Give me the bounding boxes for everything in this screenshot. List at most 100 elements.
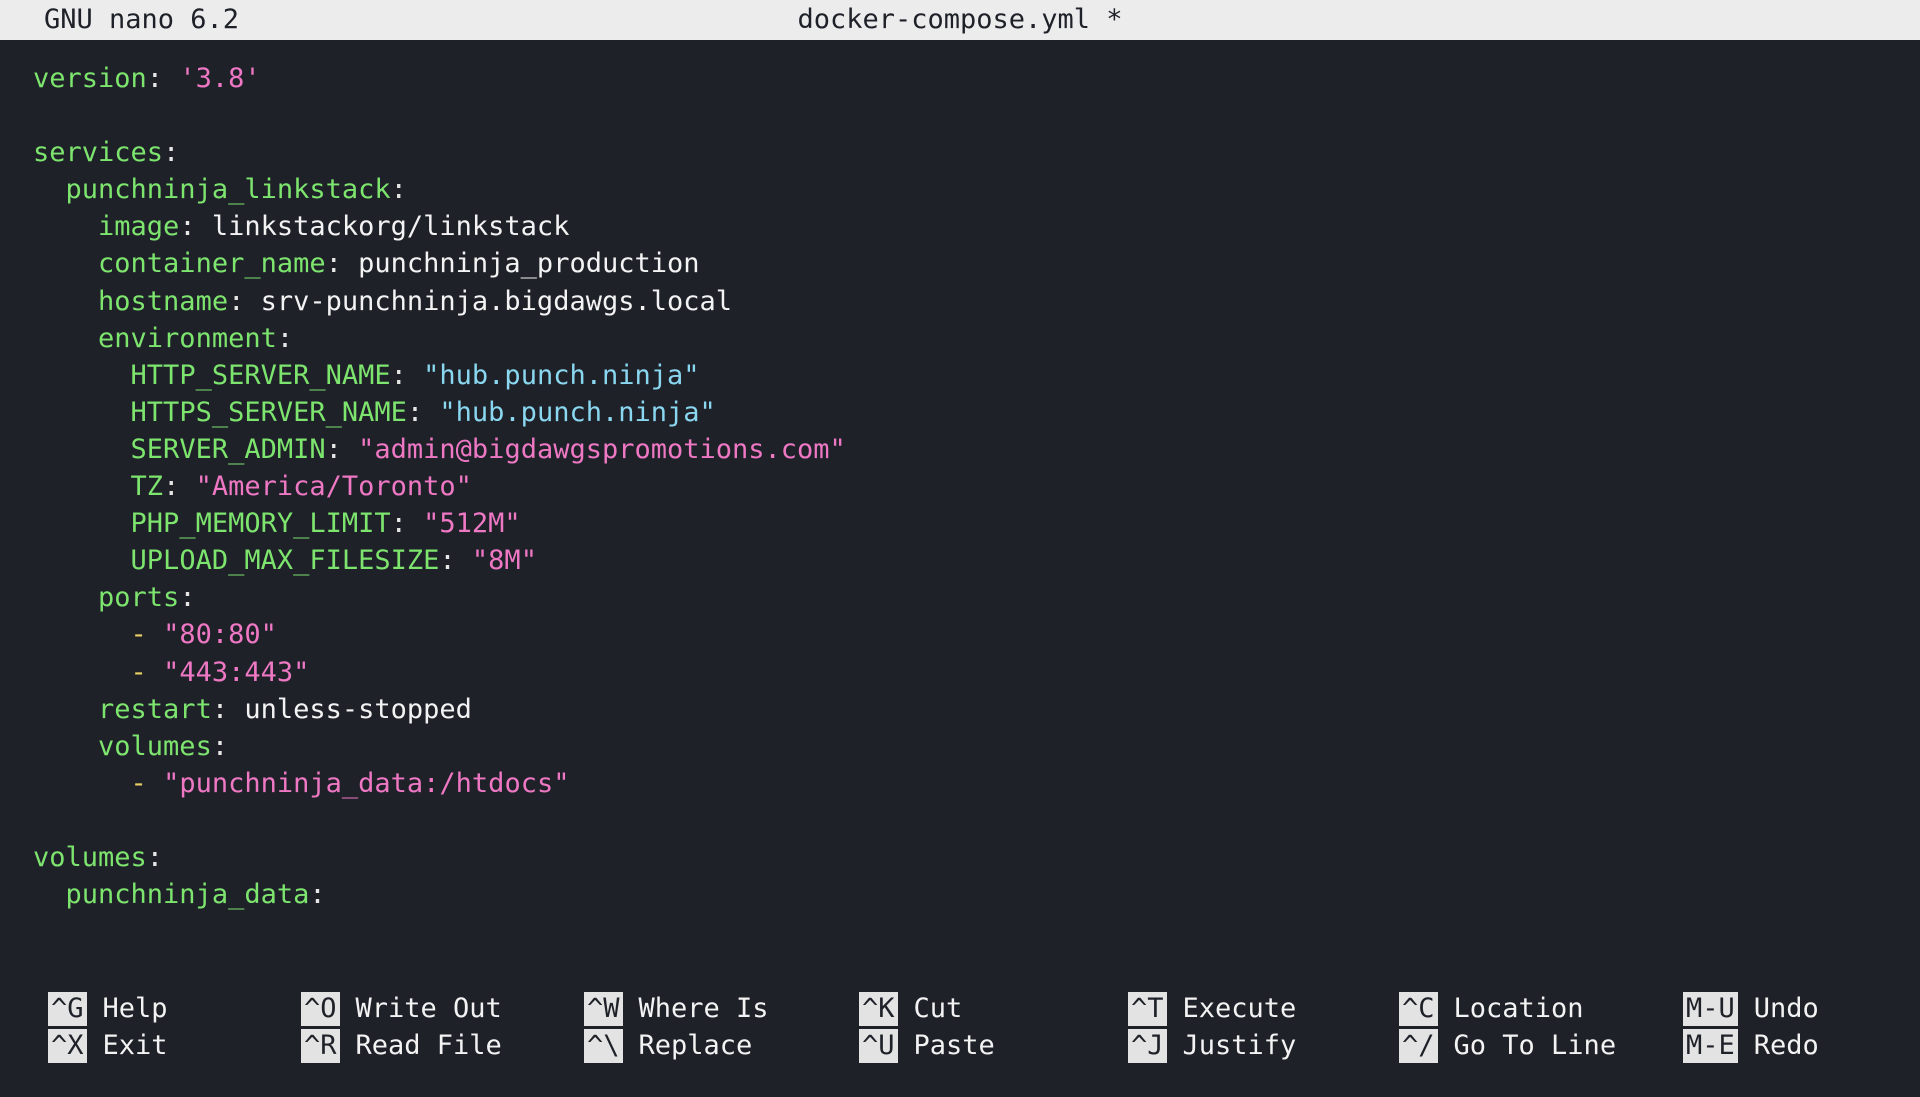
shortcut-undo[interactable]: M-U Undo (1683, 991, 1819, 1027)
shortcut-label: Undo (1753, 993, 1819, 1024)
shortcut-key: ^G (48, 992, 87, 1026)
code-line: ports: (98, 582, 196, 614)
shortcut-redo[interactable]: M-E Redo (1683, 1028, 1819, 1064)
yaml-string: "punchninja_data:/htdocs" (163, 767, 570, 799)
shortcut-write-out[interactable]: ^O Write Out (301, 991, 502, 1027)
code-line: SERVER_ADMIN: "admin@bigdawgspromotions.… (130, 433, 846, 465)
yaml-key: UPLOAD_MAX_FILESIZE (130, 545, 440, 577)
shortcut-label: Where Is (638, 993, 769, 1024)
shortcut-key: ^T (1128, 992, 1167, 1026)
shortcut-where-is[interactable]: ^W Where Is (584, 991, 769, 1027)
title-bar: GNU nano 6.2 docker-compose.yml * (0, 0, 1920, 40)
shortcut-label: Replace (638, 1030, 753, 1061)
shortcut-label: Write Out (355, 993, 502, 1024)
shortcut-paste[interactable]: ^U Paste (859, 1028, 995, 1064)
yaml-value: linkstackorg/linkstack (211, 211, 570, 243)
shortcut-go-to-line[interactable]: ^/ Go To Line (1399, 1028, 1616, 1064)
yaml-key: TZ (130, 471, 164, 503)
yaml-key: punchninja_linkstack (65, 174, 391, 206)
shortcut-key: ^U (859, 1029, 898, 1063)
shortcut-read-file[interactable]: ^R Read File (301, 1028, 502, 1064)
shortcut-label: Execute (1182, 993, 1297, 1024)
yaml-key: HTTPS_SERVER_NAME (130, 396, 407, 428)
code-line: volumes: (98, 730, 229, 762)
code-line: - "80:80" (33, 616, 1893, 653)
shortcut-key: ^R (301, 1029, 340, 1063)
shortcut-key: M-U (1683, 992, 1738, 1026)
shortcut-label: Cut (913, 993, 963, 1024)
code-line: UPLOAD_MAX_FILESIZE: "8M" (130, 545, 537, 577)
shortcut-label: Redo (1753, 1030, 1819, 1061)
code-line: punchninja_data: (65, 879, 326, 911)
shortcut-help[interactable]: ^G Help (48, 991, 168, 1027)
code-line: restart: unless-stopped (98, 693, 472, 725)
yaml-string: '3.8' (179, 63, 261, 94)
yaml-value: unless-stopped (244, 693, 472, 725)
code-line: container_name: punchninja_production (98, 248, 700, 280)
code-line: - "punchninja_data:/htdocs" (33, 765, 1893, 802)
shortcut-key: ^\ (584, 1029, 623, 1063)
shortcut-key: ^K (859, 992, 898, 1026)
code-line: TZ: "America/Toronto" (130, 471, 472, 503)
code-line: version: '3.8' (33, 63, 261, 94)
shortcut-cut[interactable]: ^K Cut (859, 991, 962, 1027)
code-line: - "443:443" (33, 654, 1893, 691)
yaml-key: environment (98, 322, 277, 354)
shortcut-key: ^/ (1399, 1029, 1438, 1063)
code-line: services: (33, 137, 180, 169)
yaml-string: "admin@bigdawgspromotions.com" (358, 433, 846, 465)
code-line: punchninja_linkstack: (65, 174, 407, 206)
list-dash: - (130, 656, 147, 688)
yaml-string: "80:80" (163, 619, 277, 651)
code-line: volumes: (33, 841, 164, 873)
shortcut-bar: ^G Help ^X Exit ^O Write Out ^R Read File ^W… (0, 991, 1920, 1071)
list-dash: - (130, 767, 147, 799)
yaml-string: "512M" (423, 508, 521, 540)
yaml-key: volumes (33, 841, 147, 873)
code-line: HTTPS_SERVER_NAME: "hub.punch.ninja" (130, 396, 716, 428)
yaml-key: volumes (98, 730, 212, 762)
code-line: hostname: srv-punchninja.bigdawgs.local (98, 285, 732, 317)
file-name: docker-compose.yml * (797, 4, 1123, 35)
code-line: HTTP_SERVER_NAME: "hub.punch.ninja" (130, 359, 700, 391)
yaml-string: "hub.punch.ninja" (439, 396, 716, 428)
shortcut-execute[interactable]: ^T Execute (1128, 991, 1296, 1027)
shortcut-label: Exit (102, 1030, 168, 1061)
list-dash: - (130, 619, 147, 651)
shortcut-replace[interactable]: ^\ Replace (584, 1028, 752, 1064)
yaml-string: "America/Toronto" (195, 471, 472, 503)
yaml-string: "hub.punch.ninja" (423, 359, 700, 391)
yaml-string: "443:443" (163, 656, 310, 688)
shortcut-location[interactable]: ^C Location (1399, 991, 1584, 1027)
shortcut-label: Help (102, 993, 168, 1024)
shortcut-label: Justify (1182, 1030, 1297, 1061)
shortcut-key: ^X (48, 1029, 87, 1063)
yaml-value: srv-punchninja.bigdawgs.local (260, 285, 732, 317)
shortcut-label: Go To Line (1453, 1030, 1617, 1061)
yaml-key: version (33, 63, 147, 94)
yaml-key: services (33, 137, 164, 169)
shortcut-label: Location (1453, 993, 1584, 1024)
shortcut-key: ^J (1128, 1029, 1167, 1063)
yaml-key: HTTP_SERVER_NAME (130, 359, 391, 391)
code-line: environment: (98, 322, 294, 354)
yaml-key: hostname (98, 285, 229, 317)
yaml-key: PHP_MEMORY_LIMIT (130, 508, 391, 540)
shortcut-key: M-E (1683, 1029, 1738, 1063)
yaml-key: container_name (98, 248, 326, 280)
shortcut-key: ^W (584, 992, 623, 1026)
shortcut-key: ^O (301, 992, 340, 1026)
shortcut-label: Paste (913, 1030, 995, 1061)
shortcut-justify[interactable]: ^J Justify (1128, 1028, 1296, 1064)
yaml-string: "8M" (471, 545, 537, 577)
yaml-key: SERVER_ADMIN (130, 433, 326, 465)
yaml-key: restart (98, 693, 212, 725)
shortcut-exit[interactable]: ^X Exit (48, 1028, 168, 1064)
yaml-key: ports (98, 582, 180, 614)
editor-buffer[interactable]: version: '3.8' services: punchninja_link… (33, 60, 1893, 913)
yaml-key: punchninja_data (65, 879, 310, 911)
shortcut-label: Read File (355, 1030, 502, 1061)
code-line: PHP_MEMORY_LIMIT: "512M" (130, 508, 521, 540)
